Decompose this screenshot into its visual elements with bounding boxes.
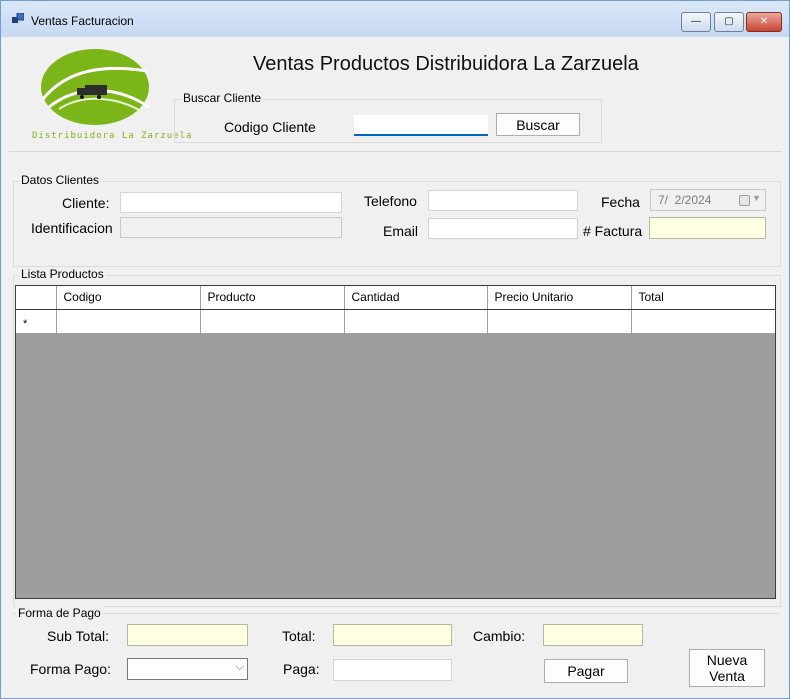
table-row[interactable]: *: [16, 309, 775, 334]
maximize-button[interactable]: ▢: [714, 12, 744, 32]
calendar-icon[interactable]: [739, 195, 750, 206]
cambio-label: Cambio:: [473, 628, 526, 644]
forma-pago-label: Forma Pago:: [30, 661, 111, 677]
cambio-input[interactable]: [543, 624, 643, 646]
telefono-label: Telefono: [364, 193, 417, 209]
cliente-label: Cliente:: [62, 195, 110, 211]
row-header-corner: [16, 286, 57, 310]
logo-graphic: [41, 49, 150, 125]
total-input[interactable]: [333, 624, 452, 646]
nueva-venta-line1: Nueva: [706, 652, 748, 668]
buscar-button[interactable]: Buscar: [496, 113, 580, 136]
identificacion-input[interactable]: [120, 217, 342, 238]
chevron-down-icon: ▼: [752, 193, 761, 203]
column-header-precio-unitario[interactable]: Precio Unitario: [487, 286, 632, 310]
app-icon: [12, 13, 24, 23]
column-header-producto[interactable]: Producto: [200, 286, 345, 310]
maximize-icon: ▢: [724, 16, 734, 27]
email-label: Email: [383, 223, 419, 239]
close-button[interactable]: ✕: [746, 12, 782, 32]
divider: [9, 151, 782, 152]
paga-label: Paga:: [283, 661, 320, 677]
productos-data-grid[interactable]: Codigo Producto Cantidad Precio Unitario…: [15, 285, 776, 599]
column-header-cantidad[interactable]: Cantidad: [344, 286, 488, 310]
cell-codigo[interactable]: [56, 309, 201, 334]
cell-total[interactable]: [631, 309, 775, 334]
factura-input[interactable]: [649, 217, 766, 239]
page-title: Ventas Productos Distribuidora La Zarzue…: [253, 53, 639, 75]
window-title: Ventas Facturacion: [31, 14, 134, 28]
codigo-cliente-input[interactable]: [354, 115, 488, 136]
chevron-down-icon: ⌵: [235, 661, 244, 673]
fecha-date-picker[interactable]: 7/ 2/2024 ▼: [650, 189, 766, 211]
nueva-venta-line2: Venta: [709, 668, 745, 684]
cell-producto[interactable]: [200, 309, 345, 334]
forma-pago-divider: [13, 613, 779, 614]
fecha-label: Fecha: [601, 194, 640, 210]
minimize-button[interactable]: —: [681, 12, 711, 32]
logo: Distribuidora La Zarzuela: [29, 47, 191, 143]
subtotal-label: Sub Total:: [47, 628, 110, 644]
cell-cantidad[interactable]: [344, 309, 488, 334]
cell-precio-unitario[interactable]: [487, 309, 632, 334]
cliente-input[interactable]: [120, 192, 342, 213]
logo-text: Distribuidora La Zarzuela: [32, 131, 193, 141]
subtotal-input[interactable]: [127, 624, 248, 646]
telefono-input[interactable]: [428, 190, 578, 211]
title-bar: Ventas Facturacion — ▢ ✕: [1, 1, 789, 37]
close-icon: ✕: [759, 16, 769, 27]
email-input[interactable]: [428, 218, 578, 239]
forma-pago-select[interactable]: ⌵: [127, 658, 248, 680]
minimize-icon: —: [691, 16, 701, 27]
forma-pago-group-label: Forma de Pago: [16, 606, 103, 620]
app-window: Ventas Facturacion — ▢ ✕ Distribuidora L…: [0, 0, 790, 699]
grid-header-row: Codigo Producto Cantidad Precio Unitario…: [16, 286, 775, 310]
paga-input[interactable]: [333, 659, 452, 681]
factura-label: # Factura: [583, 223, 643, 239]
codigo-cliente-label: Codigo Cliente: [224, 119, 316, 135]
total-label: Total:: [282, 628, 316, 644]
datos-clientes-group-label: Datos Clientes: [19, 173, 102, 187]
buscar-cliente-group-label: Buscar Cliente: [181, 91, 264, 105]
new-row-marker: *: [16, 309, 57, 334]
nueva-venta-button[interactable]: Nueva Venta: [689, 649, 765, 687]
fecha-value: 7/ 2/2024: [658, 193, 712, 207]
column-header-total[interactable]: Total: [631, 286, 775, 310]
identificacion-label: Identificacion: [31, 220, 113, 236]
productos-table: Codigo Producto Cantidad Precio Unitario…: [16, 286, 775, 334]
column-header-codigo[interactable]: Codigo: [56, 286, 201, 310]
pagar-button[interactable]: Pagar: [544, 659, 628, 683]
lista-productos-group-label: Lista Productos: [19, 267, 106, 281]
form-client-area: Distribuidora La Zarzuela Ventas Product…: [9, 37, 782, 693]
